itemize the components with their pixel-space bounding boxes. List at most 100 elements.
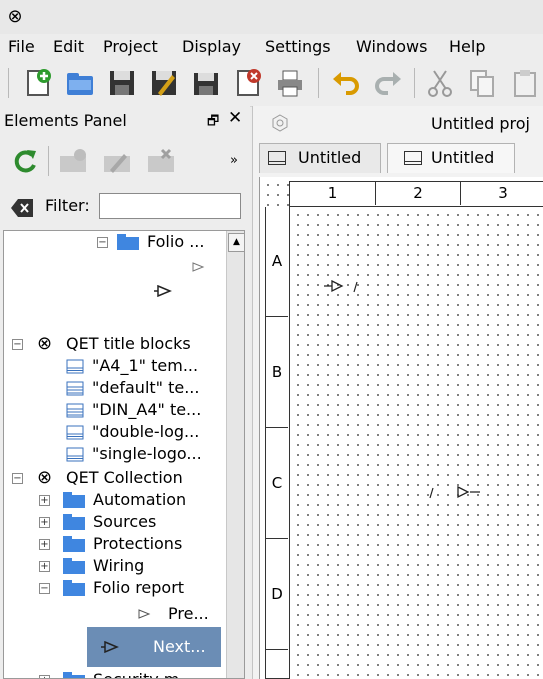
redo-icon[interactable] [372,67,404,99]
titleblock-icon [66,359,84,374]
column-label: 1 [290,182,376,205]
expand-icon[interactable]: + [39,495,50,506]
save-icon[interactable] [106,67,138,99]
row-label: A [266,207,288,317]
tree-item-titleblock[interactable]: "DIN_A4" te... [4,399,226,421]
arrow-element-icon [138,609,151,619]
folder-icon [63,580,85,596]
diagram-sheet[interactable]: 1 2 3 A B C D [259,177,543,679]
folder-icon [63,514,85,530]
menu-windows[interactable]: Windows [356,37,427,56]
tree-item-folio-top[interactable]: − Folio ... [4,231,226,253]
filter-input[interactable] [99,193,241,219]
expand-icon[interactable]: + [39,675,50,678]
float-panel-icon[interactable]: 🗗 [207,112,219,134]
panel-title: Elements Panel [4,111,127,130]
tree-item-element[interactable] [4,255,226,277]
row-label: D [266,540,288,650]
tree-item-next-selected[interactable]: Next... [87,627,221,667]
menu-help[interactable]: Help [449,37,485,56]
tree-item-wiring[interactable]: + Wiring [4,555,226,577]
menu-file[interactable]: File [8,37,35,56]
tree-item-collection[interactable]: − ⊗ QET Collection [4,467,226,489]
collapse-icon[interactable]: − [39,583,50,594]
undo-icon[interactable] [330,67,362,99]
tree-item-titleblock[interactable]: "default" te... [4,377,226,399]
collapse-icon[interactable]: − [12,339,23,350]
tree-item-sources[interactable]: + Sources [4,511,226,533]
tree-item-previous[interactable]: Pre... [4,601,226,627]
overflow-chevron-icon[interactable]: » [230,153,238,168]
expand-icon[interactable]: + [39,539,50,550]
tab-folio-1[interactable]: Untitled [259,143,381,173]
arrow-element-icon [192,262,205,272]
collapse-icon[interactable]: − [97,237,108,248]
folio-report-element[interactable] [324,277,364,295]
print-icon[interactable] [274,67,306,99]
row-header: A B C D [265,207,290,679]
edit-category-icon[interactable] [102,146,132,176]
paste-icon[interactable] [510,67,542,99]
cut-icon[interactable] [424,67,456,99]
tree-item-titleblock[interactable]: "A4_1" tem... [4,355,226,377]
tree-item-titleblock[interactable]: "single-logo... [4,443,226,465]
menu-edit[interactable]: Edit [53,37,84,56]
menu-settings[interactable]: Settings [265,37,331,56]
folder-icon [117,234,139,250]
delete-category-icon[interactable] [146,146,176,176]
titleblock-icon [66,447,84,462]
column-header: 1 2 3 [289,181,543,207]
menu-display[interactable]: Display [182,37,241,56]
tree-scrollbar[interactable]: ▲ [226,231,244,678]
copy-icon[interactable] [466,67,498,99]
tab-folio-2[interactable]: Untitled [387,143,515,173]
new-category-icon[interactable] [58,146,88,176]
expand-icon[interactable]: + [39,561,50,572]
qet-logo-icon: ⊗ [37,467,53,488]
expand-icon[interactable]: + [39,517,50,528]
tree-item-element[interactable] [4,279,226,301]
folder-icon [63,558,85,574]
window-titlebar: ⊗ [0,0,543,35]
folder-icon [63,536,85,552]
close-panel-icon[interactable]: ✕ [228,108,242,128]
collapse-icon[interactable]: − [12,473,23,484]
folio-icon [404,151,422,165]
main-toolbar [0,60,543,107]
menu-bar: File Edit Project Display Settings Windo… [0,34,543,60]
arrow-element-icon [154,285,172,297]
clear-filter-icon[interactable] [10,197,34,219]
arrow-element-icon [101,641,119,653]
project-title: Untitled proj [431,114,530,133]
menu-project[interactable]: Project [103,37,158,56]
elements-tree: − Folio ... − ⊗ QET title blocks "A4_1" … [3,230,245,679]
project-icon [272,114,288,132]
tree-item-titleblock[interactable]: "double-log... [4,421,226,443]
row-label: C [266,429,288,539]
titleblock-icon [66,381,84,396]
qet-logo-icon: ⊗ [37,333,53,354]
open-folder-icon[interactable] [64,67,96,99]
titleblock-icon [66,425,84,440]
elements-panel: Elements Panel 🗗 ✕ » Filter: − Folio ... [0,106,250,679]
folder-icon [63,492,85,508]
project-area: Untitled proj Untitled Untitled 1 2 3 A … [252,106,543,679]
tree-item-automation[interactable]: + Automation [4,489,226,511]
save-as-icon[interactable] [148,67,180,99]
folder-icon [63,672,85,678]
save-all-icon[interactable] [190,67,222,99]
reload-collections-icon[interactable] [10,146,40,176]
tree-item-protections[interactable]: + Protections [4,533,226,555]
folio-report-element[interactable] [424,483,480,501]
tree-item-security[interactable]: + Security m... [4,669,226,678]
tree-item-titleblocks[interactable]: − ⊗ QET title blocks [4,333,226,355]
close-window-icon[interactable]: ⊗ [5,7,25,27]
close-project-icon[interactable] [232,67,264,99]
filter-label: Filter: [45,196,90,215]
column-label: 2 [376,182,461,205]
tree-item-folio-report[interactable]: − Folio report [4,577,226,599]
new-project-icon[interactable] [22,67,54,99]
scroll-up-icon[interactable]: ▲ [228,233,244,252]
folio-icon [268,151,286,165]
row-label: B [266,318,288,428]
